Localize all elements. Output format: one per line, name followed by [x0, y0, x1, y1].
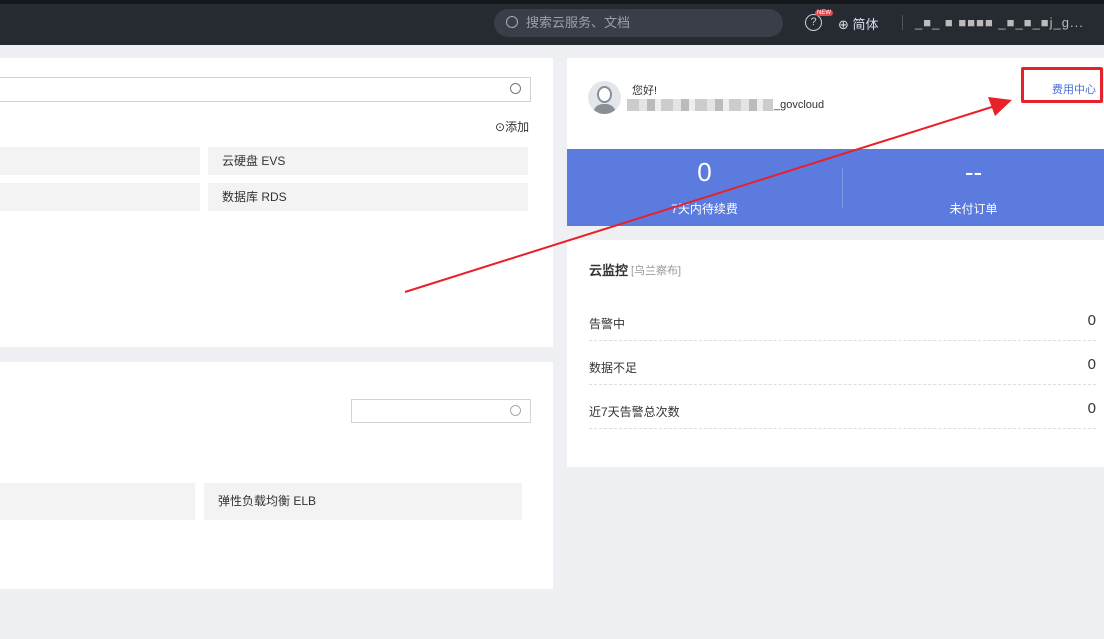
arrow-head: [988, 97, 1012, 116]
arrow-line: [404, 105, 996, 293]
annotation-arrow: [404, 97, 1012, 293]
